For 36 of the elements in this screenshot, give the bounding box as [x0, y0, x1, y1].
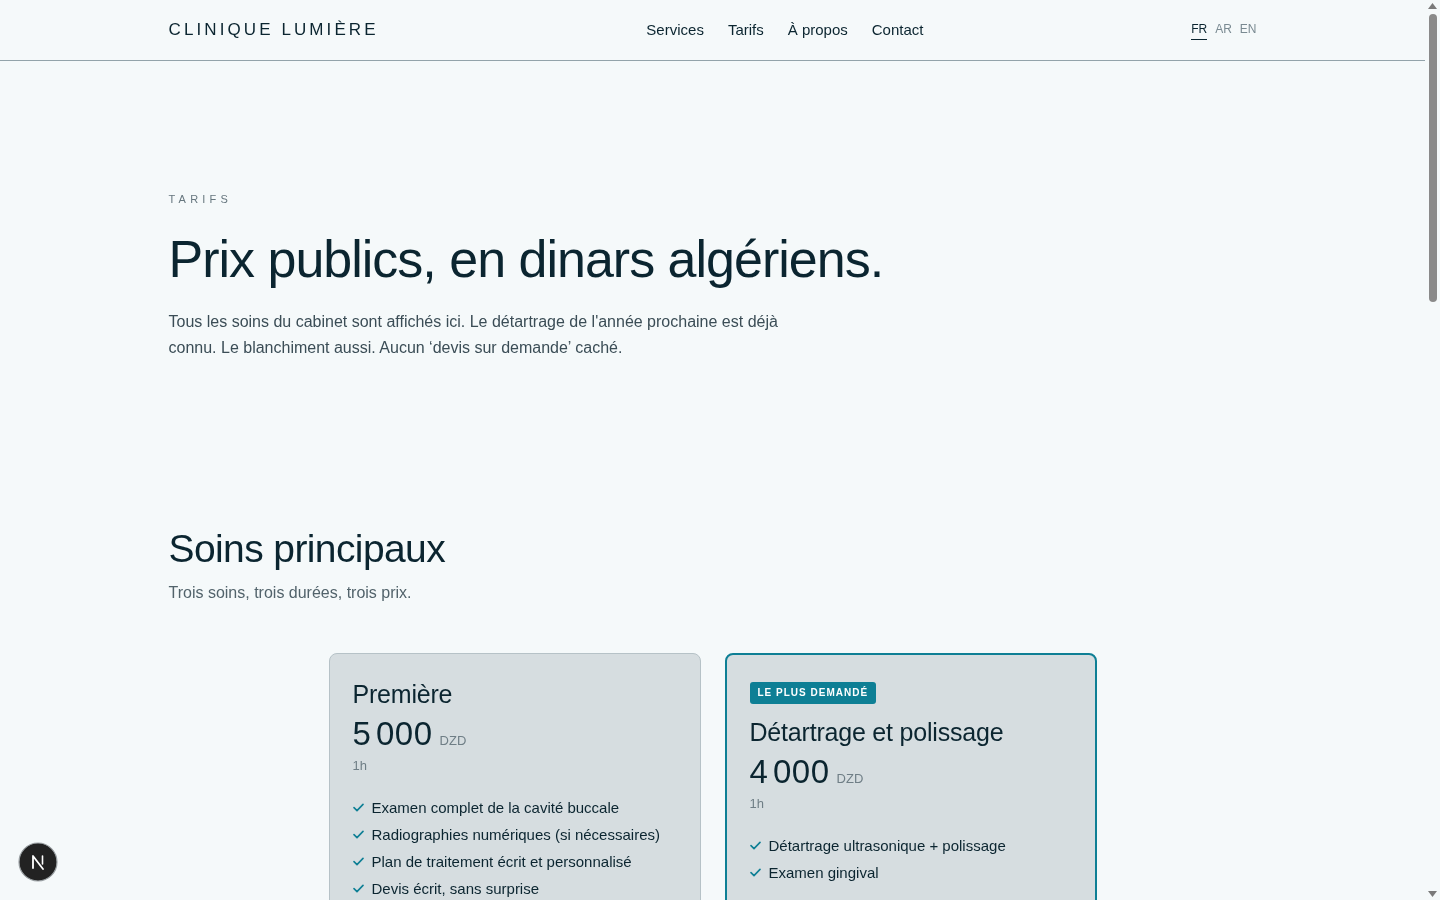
check-icon — [352, 803, 364, 812]
plan-name: Détartrage et polissage — [749, 717, 1005, 747]
feature-text: Devis écrit, sans surprise — [371, 878, 540, 899]
check-icon — [749, 868, 761, 877]
feature-text: Détartrage ultrasonique + polissage — [768, 835, 1006, 856]
feature-text: Radiographies numériques (si nécessaires) — [371, 824, 660, 845]
feature-text: Examen complet de la cavité buccale — [371, 797, 620, 818]
nav-link[interactable]: Tarifs — [727, 20, 764, 40]
check-icon — [749, 841, 761, 850]
plan-name: Première — [352, 679, 454, 709]
section-eyebrow: TARIFS — [168, 192, 233, 207]
currency-label: DZD — [836, 770, 864, 788]
popular-badge: LE PLUS DEMANDÉ — [749, 682, 877, 704]
feature-text: Plan de traitement écrit et personnalisé — [371, 851, 632, 872]
check-icon — [352, 857, 364, 866]
logo-badge-icon[interactable] — [18, 842, 58, 882]
nav-link[interactable]: Contact — [871, 20, 924, 40]
section-heading: Soins principaux — [168, 526, 447, 572]
price-amount: 4 000 — [749, 753, 830, 791]
check-icon — [352, 884, 364, 893]
page-heading: Prix publics, en dinars algériens. — [168, 229, 885, 289]
duration-label: 1h — [749, 795, 764, 813]
duration-label: 1h — [352, 757, 367, 775]
intro-paragraph: Tous les soins du cabinet sont affichés ici. Le détartrage de l'année prochaine est déjà connu. Le blanchiment aussi. Aucun ‘devis sur demande’ caché. — [168, 312, 779, 358]
nav-link[interactable]: À propos — [787, 20, 848, 40]
brand-logo[interactable]: CLINIQUE LUMIÈRE — [168, 17, 379, 43]
language-link[interactable]: FR — [1191, 20, 1208, 40]
price-amount: 5 000 — [352, 715, 433, 753]
feature-text: Examen gingival — [768, 862, 879, 883]
scroll-up-arrow-icon[interactable] — [1428, 3, 1437, 9]
currency-label: DZD — [439, 732, 467, 750]
section-subtitle: Trois soins, trois durées, trois prix. — [168, 583, 413, 603]
check-icon — [352, 830, 364, 839]
scrollbar-thumb[interactable] — [1428, 14, 1437, 302]
nav-link[interactable]: Services — [646, 20, 704, 40]
scroll-down-arrow-icon[interactable] — [1428, 891, 1437, 897]
